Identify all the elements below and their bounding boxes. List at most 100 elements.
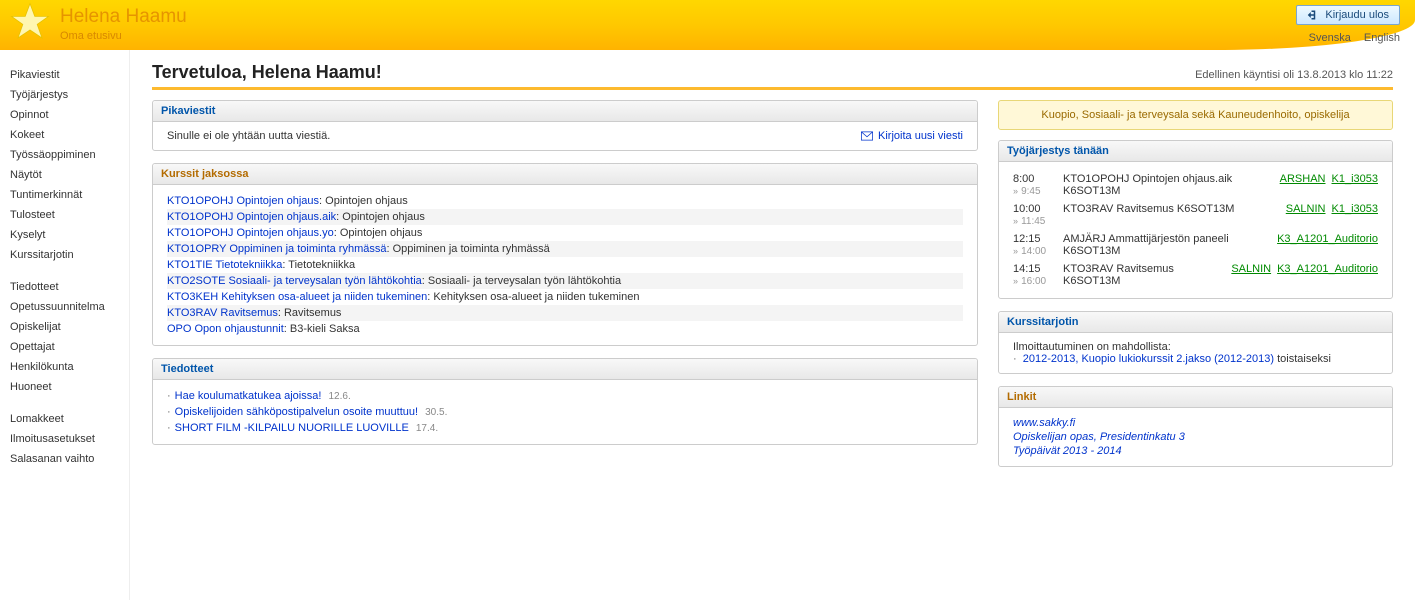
- envelope-icon: [861, 130, 873, 142]
- links-panel: Linkit www.sakky.fiOpiskelijan opas, Pre…: [998, 386, 1393, 467]
- logout-label: Kirjaudu ulos: [1325, 9, 1389, 21]
- sidebar-item[interactable]: Opetussuunnitelma: [10, 297, 129, 317]
- sched-start: 8:00: [1013, 173, 1063, 185]
- bulletin-link[interactable]: Hae koulumatkatukea ajoissa!: [175, 390, 322, 402]
- teacher-link[interactable]: SALNIN: [1286, 203, 1326, 215]
- arrow-icon: »: [1013, 216, 1018, 226]
- sched-desc: KTO3RAV Ravitsemus K6SOT13M: [1063, 263, 1225, 287]
- sidebar-item[interactable]: Opinnot: [10, 105, 129, 125]
- course-link[interactable]: KTO3RAV Ravitsemus: [167, 307, 278, 319]
- course-desc: : Oppiminen ja toiminta ryhmässä: [386, 243, 549, 255]
- lang-link[interactable]: English: [1364, 32, 1400, 44]
- sidebar-nav: PikaviestitTyöjärjestysOpinnotKokeetTyös…: [0, 50, 130, 600]
- main-header: Tervetuloa, Helena Haamu! Edellinen käyn…: [152, 62, 1393, 90]
- sidebar-item[interactable]: Tuntimerkinnät: [10, 185, 129, 205]
- sidebar-item[interactable]: Näytöt: [10, 165, 129, 185]
- course-link[interactable]: OPO Opon ohjaustunnit: [167, 323, 284, 335]
- course-link[interactable]: KTO1OPOHJ Opintojen ohjaus.aik: [167, 211, 336, 223]
- sidebar-item[interactable]: Lomakkeet: [10, 409, 129, 429]
- sidebar-item[interactable]: Opettajat: [10, 337, 129, 357]
- sched-desc: KTO1OPOHJ Opintojen ohjaus.aik K6SOT13M: [1063, 173, 1274, 197]
- external-link[interactable]: Opiskelijan opas, Presidentinkatu 3: [1013, 430, 1378, 444]
- arrow-icon: »: [1013, 276, 1018, 286]
- bulletin-link[interactable]: SHORT FILM -KILPAILU NUORILLE LUOVILLE: [175, 422, 409, 434]
- sidebar-item[interactable]: Ilmoitusasetukset: [10, 429, 129, 449]
- sched-end: 11:45: [1021, 216, 1045, 227]
- teacher-link[interactable]: ARSHAN: [1280, 173, 1326, 185]
- links-panel-title: Linkit: [999, 387, 1392, 408]
- logout-button[interactable]: Kirjaudu ulos: [1296, 5, 1400, 25]
- page-subtitle: Oma etusivu: [60, 30, 1415, 42]
- course-desc: : Opintojen ohjaus: [319, 195, 408, 207]
- sched-end: 9:45: [1021, 186, 1040, 197]
- sched-desc: AMJÄRJ Ammattijärjestön paneeli K6SOT13M: [1063, 233, 1271, 257]
- header-banner: Helena Haamu Oma etusivu Kirjaudu ulos S…: [0, 0, 1415, 50]
- course-row: OPO Opon ohjaustunnit: B3-kieli Saksa: [167, 321, 963, 337]
- sched-meta: ARSHAN K1_i3053: [1274, 173, 1378, 197]
- sidebar-item[interactable]: Pikaviestit: [10, 65, 129, 85]
- compose-message-link[interactable]: Kirjoita uusi viesti: [861, 130, 963, 142]
- sched-start: 14:15: [1013, 263, 1063, 275]
- sidebar-item[interactable]: Huoneet: [10, 377, 129, 397]
- user-name-title: Helena Haamu: [60, 0, 1415, 28]
- course-desc: : Ravitsemus: [278, 307, 342, 319]
- courses-panel: Kurssit jaksossa KTO1OPOHJ Opintojen ohj…: [152, 163, 978, 346]
- sidebar-item[interactable]: Kurssitarjotin: [10, 245, 129, 265]
- course-desc: : Opintojen ohjaus: [336, 211, 425, 223]
- course-row: KTO2SOTE Sosiaali- ja terveysalan työn l…: [167, 273, 963, 289]
- bulletin-date: 30.5.: [425, 407, 447, 418]
- course-link[interactable]: KTO1TIE Tietotekniikka: [167, 259, 282, 271]
- arrow-icon: »: [1013, 246, 1018, 256]
- sidebar-item[interactable]: Tulosteet: [10, 205, 129, 225]
- schedule-row: 10:00» 11:45 KTO3RAV Ravitsemus K6SOT13M S…: [1013, 200, 1378, 230]
- compose-label: Kirjoita uusi viesti: [878, 130, 963, 142]
- sidebar-item[interactable]: Opiskelijat: [10, 317, 129, 337]
- course-row: KTO1OPRY Oppiminen ja toiminta ryhmässä:…: [167, 241, 963, 257]
- sidebar-item[interactable]: Salasanan vaihto: [10, 449, 129, 469]
- course-desc: : Opintojen ohjaus: [334, 227, 423, 239]
- bulletin-link[interactable]: Opiskelijoiden sähköpostipalvelun osoite…: [175, 406, 418, 418]
- bulletin-row: ·Hae koulumatkatukea ajoissa! 12.6.: [167, 388, 963, 404]
- bulletin-date: 17.4.: [416, 423, 438, 434]
- course-row: KTO1TIE Tietotekniikka: Tietotekniikka: [167, 257, 963, 273]
- room-link[interactable]: K1_i3053: [1332, 203, 1379, 215]
- bulletin-row: ·SHORT FILM -KILPAILU NUORILLE LUOVILLE …: [167, 420, 963, 436]
- external-link[interactable]: www.sakky.fi: [1013, 416, 1378, 430]
- bulletins-panel: Tiedotteet ·Hae koulumatkatukea ajoissa!…: [152, 358, 978, 445]
- course-desc: : Kehityksen osa-alueet ja niiden tukemi…: [427, 291, 639, 303]
- course-link[interactable]: KTO1OPOHJ Opintojen ohjaus.yo: [167, 227, 334, 239]
- course-row: KTO1OPOHJ Opintojen ohjaus: Opintojen oh…: [167, 193, 963, 209]
- sched-start: 10:00: [1013, 203, 1063, 215]
- sched-meta: K3_A1201_Auditorio: [1271, 233, 1378, 257]
- schedule-row: 12:15» 14:00AMJÄRJ Ammattijärjestön pane…: [1013, 230, 1378, 260]
- room-link[interactable]: K1_i3053: [1332, 173, 1379, 185]
- course-link[interactable]: KTO1OPOHJ Opintojen ohjaus: [167, 195, 319, 207]
- sidebar-group: LomakkeetIlmoitusasetuksetSalasanan vaih…: [10, 409, 129, 469]
- sidebar-item[interactable]: Kyselyt: [10, 225, 129, 245]
- sidebar-item[interactable]: Kokeet: [10, 125, 129, 145]
- sidebar-item[interactable]: Henkilökunta: [10, 357, 129, 377]
- language-bar: Svenska English: [1299, 32, 1400, 44]
- external-link[interactable]: Työpäivät 2013 - 2014: [1013, 444, 1378, 458]
- course-row: KTO3RAV Ravitsemus: Ravitsemus: [167, 305, 963, 321]
- lang-link[interactable]: Svenska: [1309, 32, 1351, 44]
- bulletin-date: 12.6.: [328, 391, 350, 402]
- sidebar-group: PikaviestitTyöjärjestysOpinnotKokeetTyös…: [10, 65, 129, 265]
- messages-panel-title: Pikaviestit: [153, 101, 977, 122]
- course-link[interactable]: KTO2SOTE Sosiaali- ja terveysalan työn l…: [167, 275, 422, 287]
- sidebar-item[interactable]: Työssäoppiminen: [10, 145, 129, 165]
- enroll-link[interactable]: 2012-2013, Kuopio lukiokurssit 2.jakso (…: [1023, 352, 1274, 366]
- sidebar-item[interactable]: Tiedotteet: [10, 277, 129, 297]
- sched-desc: KTO3RAV Ravitsemus K6SOT13M: [1063, 203, 1280, 227]
- schedule-panel-title: Työjärjestys tänään: [999, 141, 1392, 162]
- bulletin-row: ·Opiskelijoiden sähköpostipalvelun osoit…: [167, 404, 963, 420]
- enroll-panel-title: Kurssitarjotin: [999, 312, 1392, 333]
- room-link[interactable]: K3_A1201_Auditorio: [1277, 263, 1378, 275]
- arrow-icon: »: [1013, 186, 1018, 196]
- teacher-link[interactable]: SALNIN: [1231, 263, 1271, 275]
- course-link[interactable]: KTO1OPRY Oppiminen ja toiminta ryhmässä: [167, 243, 386, 255]
- course-link[interactable]: KTO3KEH Kehityksen osa-alueet ja niiden …: [167, 291, 427, 303]
- sidebar-item[interactable]: Työjärjestys: [10, 85, 129, 105]
- room-link[interactable]: K3_A1201_Auditorio: [1277, 233, 1378, 245]
- schedule-row: 8:00» 9:45 KTO1OPOHJ Opintojen ohjaus.aik…: [1013, 170, 1378, 200]
